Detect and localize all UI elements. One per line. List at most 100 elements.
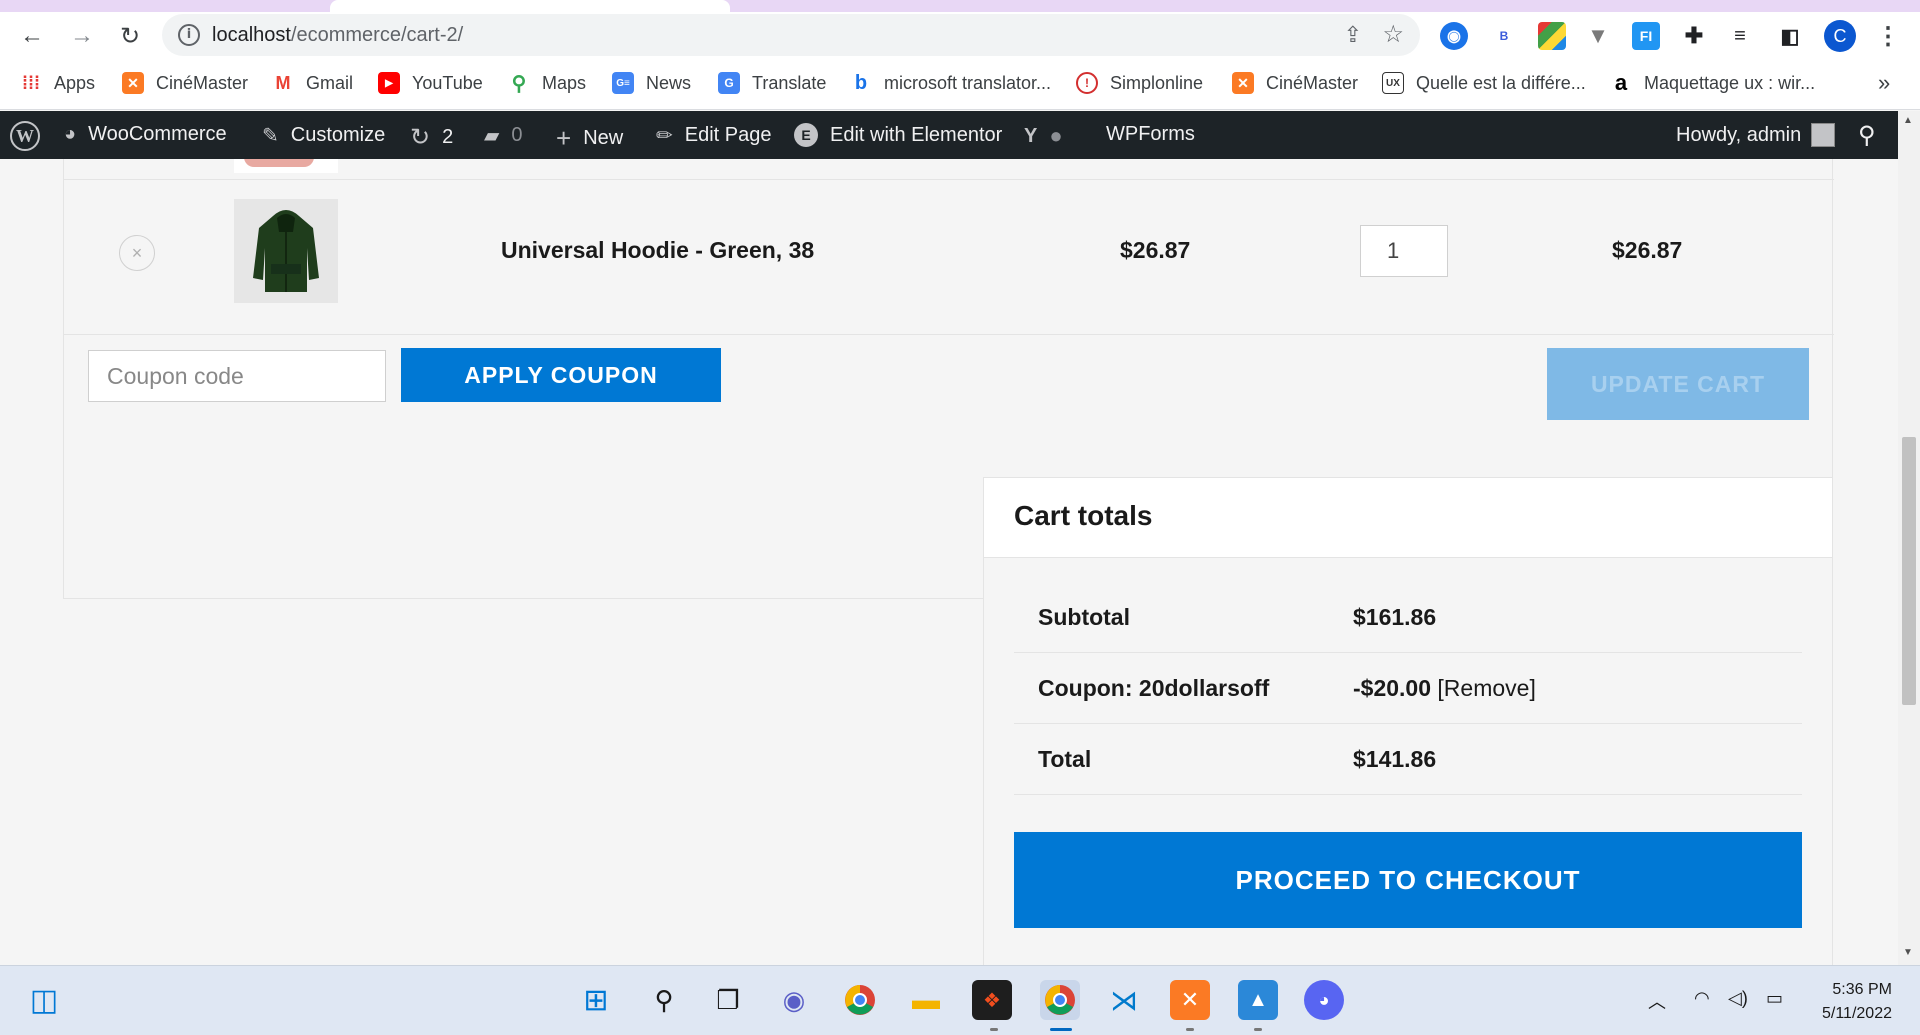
xampp-icon: ✕ [1232,72,1254,94]
adminbar-edit-page[interactable]: ✏ Edit Page [656,123,772,148]
media-control-icon[interactable]: ≡ [1726,22,1754,50]
coupon-code-input[interactable]: Coupon code [88,350,386,402]
profile-avatar[interactable]: C [1824,20,1856,52]
adminbar-comments[interactable]: ▰ 0 [484,123,523,148]
chrome-profile-taskbar-icon[interactable] [1040,980,1080,1020]
row-divider [64,179,1834,180]
task-view-icon[interactable]: ❐ [708,980,748,1020]
extension-lens-icon[interactable]: ◉ [1440,22,1468,50]
extension-b-icon[interactable]: B [1490,22,1518,50]
side-panel-icon[interactable]: ◧ [1776,22,1804,50]
bookmark-translate[interactable]: G Translate [718,72,826,94]
file-explorer-icon[interactable]: ▬ [906,980,946,1020]
apps-grid-icon: ⁞⁞⁞ [22,72,40,93]
extension-colorful-icon[interactable] [1538,22,1566,50]
bookmark-cinemaster[interactable]: ✕ CinéMaster [122,72,248,94]
address-bar[interactable]: i localhost/ecommerce/cart-2/ ⇪ ☆ [162,14,1420,56]
remove-item-icon[interactable]: × [119,235,155,271]
active-tab[interactable] [330,0,730,12]
scroll-up-arrow-icon[interactable]: ▲ [1903,115,1913,126]
maps-pin-icon: ⚲ [511,72,527,95]
url-text[interactable]: localhost/ecommerce/cart-2/ [212,24,463,47]
page-scrollbar[interactable]: ▲ ▼ [1898,111,1920,965]
bookmark-label: Quelle est la différe... [1416,72,1586,93]
bookmark-label: CinéMaster [1266,72,1359,93]
battery-icon[interactable]: ▭ [1766,988,1783,1009]
adminbar-updates[interactable]: ↻ 2 [410,123,453,152]
share-icon[interactable]: ⇪ [1344,22,1362,48]
reload-icon[interactable]: ↻ [114,20,146,52]
puzzle-extensions-icon[interactable]: ✚ [1680,22,1708,50]
bookmark-star-icon[interactable]: ☆ [1382,20,1404,49]
amazon-icon: a [1614,70,1628,95]
scroll-down-arrow-icon[interactable]: ▼ [1903,947,1913,958]
teams-chat-icon[interactable]: ◉ [774,980,814,1020]
bookmark-label: Maps [542,72,587,93]
bookmark-maquettage-ux[interactable]: a Maquettage ux : wir... [1610,70,1815,95]
previous-item-thumbnail[interactable] [234,159,338,173]
url-path: /ecommerce/cart-2/ [290,24,464,46]
volume-icon[interactable]: ◁) [1728,988,1748,1009]
quantity-input[interactable]: 1 [1360,225,1448,277]
cart-totals-header: Cart totals [984,478,1832,558]
dashboard-gauge-icon: ◕ [64,123,77,145]
browser-menu-icon[interactable]: ⋮ [1876,22,1900,51]
bookmark-simplonline[interactable]: ! Simplonline [1076,72,1203,94]
bookmark-label: News [646,72,692,93]
extension-v-icon[interactable]: ▼ [1584,22,1612,50]
adminbar-customize[interactable]: ✎ Customize [262,123,385,148]
hoodie-image [253,210,319,292]
adminbar-wpforms[interactable]: WPForms [1106,123,1195,146]
adminbar-new[interactable]: + New [556,123,623,154]
adminbar-woocommerce[interactable]: ◕ WooCommerce [64,123,227,146]
bookmark-apps[interactable]: ⁞⁞⁞ Apps [20,72,95,94]
wordpress-logo-icon[interactable]: W [10,121,40,151]
show-hidden-icons-chevron-icon[interactable]: ︿ [1648,988,1666,1014]
cart-totals-title: Cart totals [1014,500,1153,531]
coupon-value: -$20.00 [Remove] [1353,675,1536,702]
site-info-icon[interactable]: i [178,24,200,46]
wifi-icon[interactable]: ◠ [1694,988,1710,1009]
adminbar-yoast[interactable]: Y ● [1024,123,1075,149]
windows-start-icon[interactable]: ⊞ [576,980,616,1020]
product-name-link[interactable]: Universal Hoodie - Green, 38 [501,237,814,264]
adminbar-label: WPForms [1106,123,1195,145]
update-cart-button[interactable]: UPDATE CART [1547,348,1809,420]
extension-fi-icon[interactable]: FI [1632,22,1660,50]
system-clock[interactable]: 5:36 PM 5/11/2022 [1810,978,1892,1026]
adminbar-elementor[interactable]: E Edit with Elementor [794,123,1002,147]
photos-icon[interactable]: ▲ [1238,980,1278,1020]
coupon-label: Coupon: 20dollarsoff [1038,675,1270,701]
widgets-icon[interactable]: ◫ [24,980,64,1020]
remove-coupon-link[interactable]: [Remove] [1437,675,1535,701]
adminbar-search-icon[interactable]: ⚲ [1858,121,1876,150]
bookmark-microsoft-translator[interactable]: b microsoft translator... [850,72,1051,94]
product-thumbnail[interactable] [234,199,338,303]
bookmark-label: Gmail [306,72,354,93]
discord-icon[interactable]: ◕ [1304,980,1344,1020]
bookmark-cinemaster-2[interactable]: ✕ CinéMaster [1232,72,1358,94]
apply-coupon-button[interactable]: APPLY COUPON [401,348,721,402]
adminbar-label: New [583,127,624,149]
bookmark-quelle-est-la-difference[interactable]: UX Quelle est la différe... [1382,72,1586,94]
bookmark-youtube[interactable]: ▶ YouTube [378,72,483,94]
active-indicator [1050,1028,1072,1031]
cart-page: × Universal Hoodie - Green, 38 $26.87 1 … [0,159,1898,965]
forward-arrow-icon[interactable]: → [66,20,98,52]
scrollbar-thumb[interactable] [1902,437,1916,705]
bookmark-maps[interactable]: ⚲ Maps [508,72,587,95]
updates-refresh-icon: ↻ [410,124,431,151]
bookmark-gmail[interactable]: M Gmail [272,72,354,94]
figma-icon[interactable]: ❖ [972,980,1012,1020]
bookmarks-overflow-icon[interactable]: » [1878,70,1890,96]
chrome-taskbar-icon[interactable] [840,980,880,1020]
blog-ux-icon: UX [1382,72,1404,94]
adminbar-account[interactable]: Howdy, admin [1676,123,1836,147]
search-icon[interactable]: ⚲ [644,980,684,1020]
bookmark-label: CinéMaster [156,72,249,93]
vscode-icon[interactable]: ⋊ [1104,980,1144,1020]
bookmark-news[interactable]: G≡ News [612,72,691,94]
proceed-to-checkout-button[interactable]: PROCEED TO CHECKOUT [1014,832,1802,928]
xampp-taskbar-icon[interactable]: ✕ [1170,980,1210,1020]
back-arrow-icon[interactable]: ← [16,20,48,52]
